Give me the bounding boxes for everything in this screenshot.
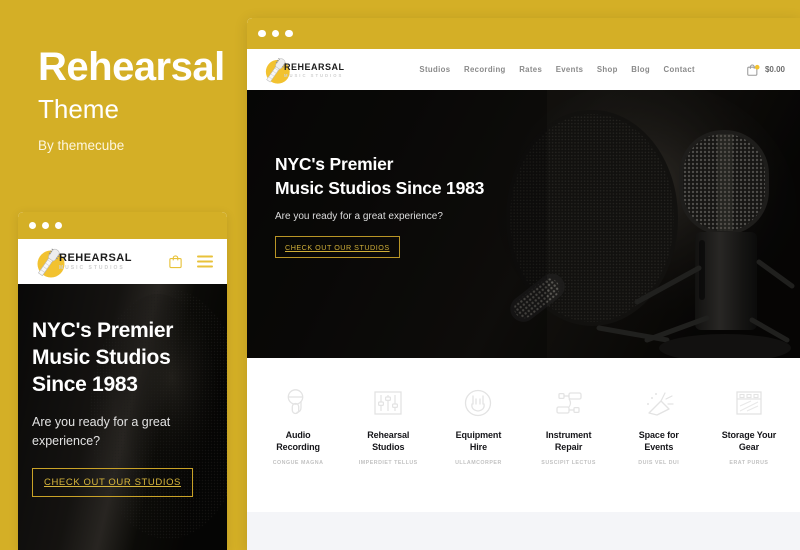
mobile-logo-name: REHEARSAL [59, 252, 132, 264]
desktop-titlebar [247, 18, 800, 49]
service-subtitle: CONGUE MAGNA [272, 459, 324, 466]
service-title-line2: Events [644, 441, 674, 452]
confetti-popper-icon [614, 386, 704, 419]
mobile-preview-window: REHEARSAL MUSIC STUDIOS NYC's Premier Mu… [18, 212, 227, 550]
nav-item-blog[interactable]: Blog [631, 65, 650, 74]
service-title-line1: Instrument [545, 430, 592, 440]
desktop-hero-section: NYC's Premier Music Studios Since 1983 A… [247, 90, 800, 358]
promo-author: By themecube [38, 138, 125, 153]
mobile-hero-line1: NYC's Premier [32, 319, 174, 342]
desktop-hero-line2: Music Studios Since 1983 [275, 178, 485, 199]
mobile-titlebar [18, 212, 227, 239]
nav-item-shop[interactable]: Shop [597, 65, 618, 74]
window-dot-close[interactable] [29, 222, 36, 229]
mobile-cart-button[interactable] [168, 254, 183, 269]
service-title-line2: Repair [554, 441, 583, 452]
service-item-equipment-hire[interactable]: Equipment Hire ULLAMCORPER [433, 386, 523, 466]
window-dot-maximize[interactable] [285, 29, 293, 38]
service-subtitle: ERAT PURUS [729, 459, 769, 466]
mixer-sliders-icon [343, 386, 433, 419]
service-subtitle: ULLAMCORPER [455, 459, 502, 466]
service-item-rehearsal-studios[interactable]: Rehearsal Studios IMPERDIET TELLUS [343, 386, 433, 466]
service-title-line1: Audio [285, 430, 311, 440]
window-dot-minimize[interactable] [42, 222, 49, 229]
shopping-bag-icon [747, 64, 760, 76]
service-subtitle: DUIS VEL DUI [638, 459, 680, 466]
window-dot-minimize[interactable] [271, 29, 279, 38]
promo-title: Rehearsal [38, 45, 225, 89]
hamburger-menu-icon [197, 255, 213, 268]
service-title-line1: Storage Your [721, 430, 777, 440]
mobile-hero-line2: Music Studios [32, 345, 171, 369]
desktop-logo-tagline: MUSIC STUDIOS [284, 72, 344, 78]
service-title-line1: Space for [638, 430, 679, 440]
service-title-line2: Studios [372, 441, 405, 452]
window-dot-maximize[interactable] [55, 222, 62, 229]
mobile-hero-cta-button[interactable]: CHECK OUT OUR STUDIOS [32, 468, 193, 498]
promo-subtitle: Theme [38, 94, 119, 124]
service-item-instrument-repair[interactable]: Instrument Repair SUSCIPIT LECTUS [524, 386, 614, 466]
service-title-line2: Gear [738, 441, 759, 452]
services-section: Audio Recording CONGUE MAGNA Rehearsal S… [247, 358, 800, 512]
desktop-logo-name: REHEARSAL [284, 61, 345, 72]
desktop-logo[interactable]: REHEARSAL MUSIC STUDIOS [261, 55, 345, 85]
nav-item-events[interactable]: Events [556, 65, 584, 74]
microphone-icon [253, 386, 343, 419]
shopping-bag-icon [169, 255, 182, 269]
service-item-storage-your-gear[interactable]: Storage Your Gear ERAT PURUS [704, 386, 794, 466]
mobile-hero-subtitle: Are you ready for a great experience? [32, 414, 171, 448]
desktop-site-header: REHEARSAL MUSIC STUDIOS Studios Recordin… [247, 49, 800, 90]
service-title-line2: Hire [469, 441, 487, 452]
mobile-hero-line3: Since 1983 [32, 372, 138, 396]
rock-hand-icon [433, 386, 523, 419]
cart-total-price: $0.00 [764, 65, 785, 74]
desktop-preview-window: REHEARSAL MUSIC STUDIOS Studios Recordin… [247, 18, 800, 550]
desktop-primary-nav: Studios Recording Rates Events Shop Blog… [419, 65, 695, 74]
mobile-site-header: REHEARSAL MUSIC STUDIOS [18, 239, 227, 284]
desktop-cart[interactable]: $0.00 [746, 63, 785, 77]
nav-item-recording[interactable]: Recording [464, 65, 506, 74]
desktop-lower-section [247, 512, 800, 550]
service-title-line1: Equipment [455, 430, 502, 440]
desktop-hero-subtitle: Are you ready for a great experience? [275, 211, 443, 223]
mobile-menu-button[interactable] [197, 255, 213, 268]
service-subtitle: IMPERDIET TELLUS [358, 459, 418, 466]
service-title-line2: Recording [276, 441, 320, 452]
storage-locker-icon [704, 386, 794, 419]
nav-item-rates[interactable]: Rates [519, 65, 542, 74]
mobile-logo[interactable]: REHEARSAL MUSIC STUDIOS [32, 245, 132, 279]
cable-connector-icon [524, 386, 614, 419]
service-title-line1: Rehearsal [367, 430, 410, 440]
service-subtitle: SUSCIPIT LECTUS [541, 459, 596, 466]
mobile-hero-section: NYC's Premier Music Studios Since 1983 A… [18, 284, 227, 550]
nav-item-studios[interactable]: Studios [419, 65, 450, 74]
service-item-audio-recording[interactable]: Audio Recording CONGUE MAGNA [253, 386, 343, 466]
desktop-hero-cta-button[interactable]: CHECK OUT OUR STUDIOS [275, 236, 400, 259]
nav-item-contact[interactable]: Contact [663, 65, 694, 74]
service-item-space-for-events[interactable]: Space for Events DUIS VEL DUI [614, 386, 704, 466]
window-dot-close[interactable] [258, 29, 266, 38]
mobile-logo-tagline: MUSIC STUDIOS [59, 265, 125, 271]
desktop-hero-line1: NYC's Premier [275, 154, 394, 174]
